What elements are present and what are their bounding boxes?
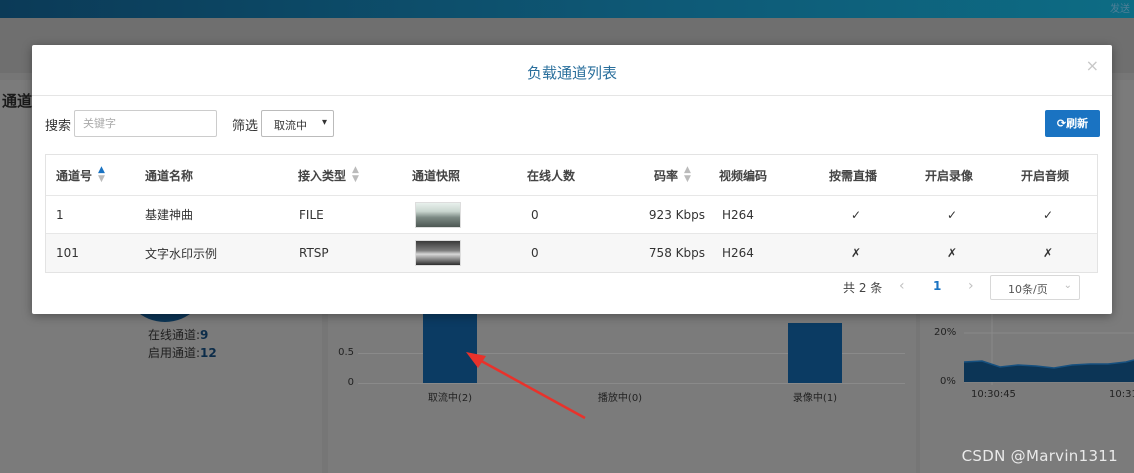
col-header-type-label: 接入类型: [298, 168, 347, 183]
col-header-on-demand: 按需直播: [829, 168, 878, 183]
cell-online: 0: [531, 246, 539, 260]
col-header-online: 在线人数: [527, 168, 576, 183]
arrow-shaft: [473, 355, 586, 420]
section-title: 通道: [2, 92, 33, 110]
cell-on-demand: ✗: [850, 246, 862, 260]
col-header-id[interactable]: 通道号 ▲ ▼: [56, 155, 105, 195]
pagination: 共 2 条 ‹ 1 › 10条/页 ⌄: [32, 275, 1112, 300]
col-header-codec: 视频编码: [719, 168, 768, 183]
enabled-label: 启用通道:: [148, 346, 201, 360]
filter-label: 筛选: [232, 119, 259, 134]
close-icon[interactable]: ×: [1086, 56, 1099, 75]
enabled-channels-stat: 启用通道:12: [148, 344, 217, 361]
sort-icon[interactable]: ▲ ▼: [684, 166, 691, 184]
next-page-icon[interactable]: ›: [968, 278, 974, 294]
bar-xtick: 录像中(1): [792, 393, 838, 404]
cell-on-demand: ✓: [850, 207, 862, 222]
cell-bitrate: 923 Kbps: [648, 207, 705, 222]
cell-audio: ✓: [1042, 207, 1054, 222]
refresh-icon: ⟳: [1056, 117, 1067, 130]
chevron-down-icon: ▾: [321, 117, 327, 128]
cell-record: ✗: [946, 246, 958, 260]
line-xtick-2: 10:31: [1109, 389, 1134, 400]
snapshot-image[interactable]: [415, 240, 461, 266]
snapshot-image[interactable]: [415, 201, 461, 228]
filter-select-value: 取流中: [274, 119, 307, 132]
bar-grid-line: [358, 383, 905, 384]
col-header-name: 通道名称: [145, 168, 194, 183]
search-input[interactable]: [74, 110, 217, 137]
status-bar-chart: 0.5 0 取流中(2) 播放中(0) 录像中(1): [330, 313, 915, 473]
col-header-type[interactable]: 接入类型 ▲ ▼: [298, 155, 359, 195]
cell-name: 基建神曲: [145, 208, 194, 222]
col-header-snapshot: 通道快照: [412, 168, 461, 183]
line-ytick-20: 20%: [934, 327, 957, 338]
filter-select[interactable]: 取流中 ▾: [261, 110, 334, 137]
channels-table: 通道号 ▲ ▼ 通道名称 接入类型 ▲ ▼ 通道快照 在线人数 码率 ▲ ▼ 视频编码…: [45, 154, 1098, 273]
col-header-bitrate[interactable]: 码率 ▲ ▼: [654, 155, 691, 195]
search-label: 搜索: [45, 119, 72, 134]
enabled-value: 12: [200, 346, 217, 360]
cell-audio: ✗: [1042, 246, 1054, 260]
line-ytick-0: 0%: [940, 376, 956, 387]
online-channels-stat: 在线通道:9: [148, 326, 208, 343]
cell-id: 1: [56, 207, 64, 222]
snapshot-thumbnail[interactable]: [415, 196, 461, 233]
page-size-select[interactable]: 10条/页 ⌄: [990, 275, 1080, 300]
cell-codec: H264: [722, 207, 754, 222]
sort-icon[interactable]: ▲ ▼: [352, 166, 359, 184]
refresh-button[interactable]: ⟳刷新: [1045, 110, 1100, 137]
col-header-audio: 开启音频: [1021, 168, 1070, 183]
cell-record: ✓: [946, 207, 958, 222]
modal-toolbar: 搜索 筛选 取流中 ▾ ⟳刷新: [45, 110, 1100, 137]
online-value: 9: [200, 328, 209, 342]
online-label: 在线通道:: [148, 328, 201, 342]
chevron-down-icon: ⌄: [1063, 280, 1072, 291]
table-row[interactable]: 1 基建神曲 FILE 0 923 Kbps H264 ✓ ✓ ✓: [46, 196, 1097, 234]
cell-bitrate: 758 Kbps: [648, 246, 705, 260]
page-size-value: 10条/页: [1008, 283, 1048, 296]
prev-page-icon[interactable]: ‹: [899, 278, 905, 294]
bar-xtick: 播放中(0): [597, 393, 643, 404]
table-header-row: 通道号 ▲ ▼ 通道名称 接入类型 ▲ ▼ 通道快照 在线人数 码率 ▲ ▼ 视频编码…: [46, 155, 1097, 196]
cell-name: 文字水印示例: [145, 246, 218, 261]
bar-3[interactable]: [788, 323, 842, 383]
bar-ytick: 0: [347, 377, 354, 388]
sort-icon[interactable]: ▲ ▼: [98, 166, 105, 184]
red-arrow-annotation: [466, 352, 586, 420]
col-header-record: 开启录像: [925, 168, 974, 183]
cell-type: RTSP: [299, 246, 329, 260]
bar-ytick: 0.5: [338, 347, 354, 358]
refresh-button-label: 刷新: [1066, 117, 1089, 130]
top-navbar: 发送: [0, 0, 1134, 18]
load-channels-modal: 负载通道列表 × 搜索 筛选 取流中 ▾ ⟳刷新 通道号 ▲▼ 通道名称 接入类…: [32, 45, 1112, 314]
table-row[interactable]: 101 文字水印示例 RTSP 0 758 Kbps H264 ✗ ✗ ✗: [46, 234, 1097, 272]
page-1-button[interactable]: 1: [933, 279, 941, 293]
col-header-bitrate-label: 码率: [654, 168, 679, 183]
arrow-head: [466, 352, 486, 368]
col-header-id-label: 通道号: [56, 168, 93, 183]
snapshot-thumbnail[interactable]: [415, 234, 461, 272]
cell-id: 101: [56, 246, 79, 260]
modal-header: 负载通道列表 ×: [32, 45, 1112, 96]
cell-online: 0: [531, 207, 539, 222]
modal-title: 负载通道列表: [526, 64, 617, 82]
topbar-corner-text: 发送: [1110, 4, 1130, 15]
watermark: CSDN @Marvin1311: [961, 447, 1118, 465]
cell-type: FILE: [299, 207, 324, 222]
pagination-total: 共 2 条: [843, 281, 883, 295]
cell-codec: H264: [722, 246, 754, 260]
line-xtick-1: 10:30:45: [971, 389, 1016, 400]
